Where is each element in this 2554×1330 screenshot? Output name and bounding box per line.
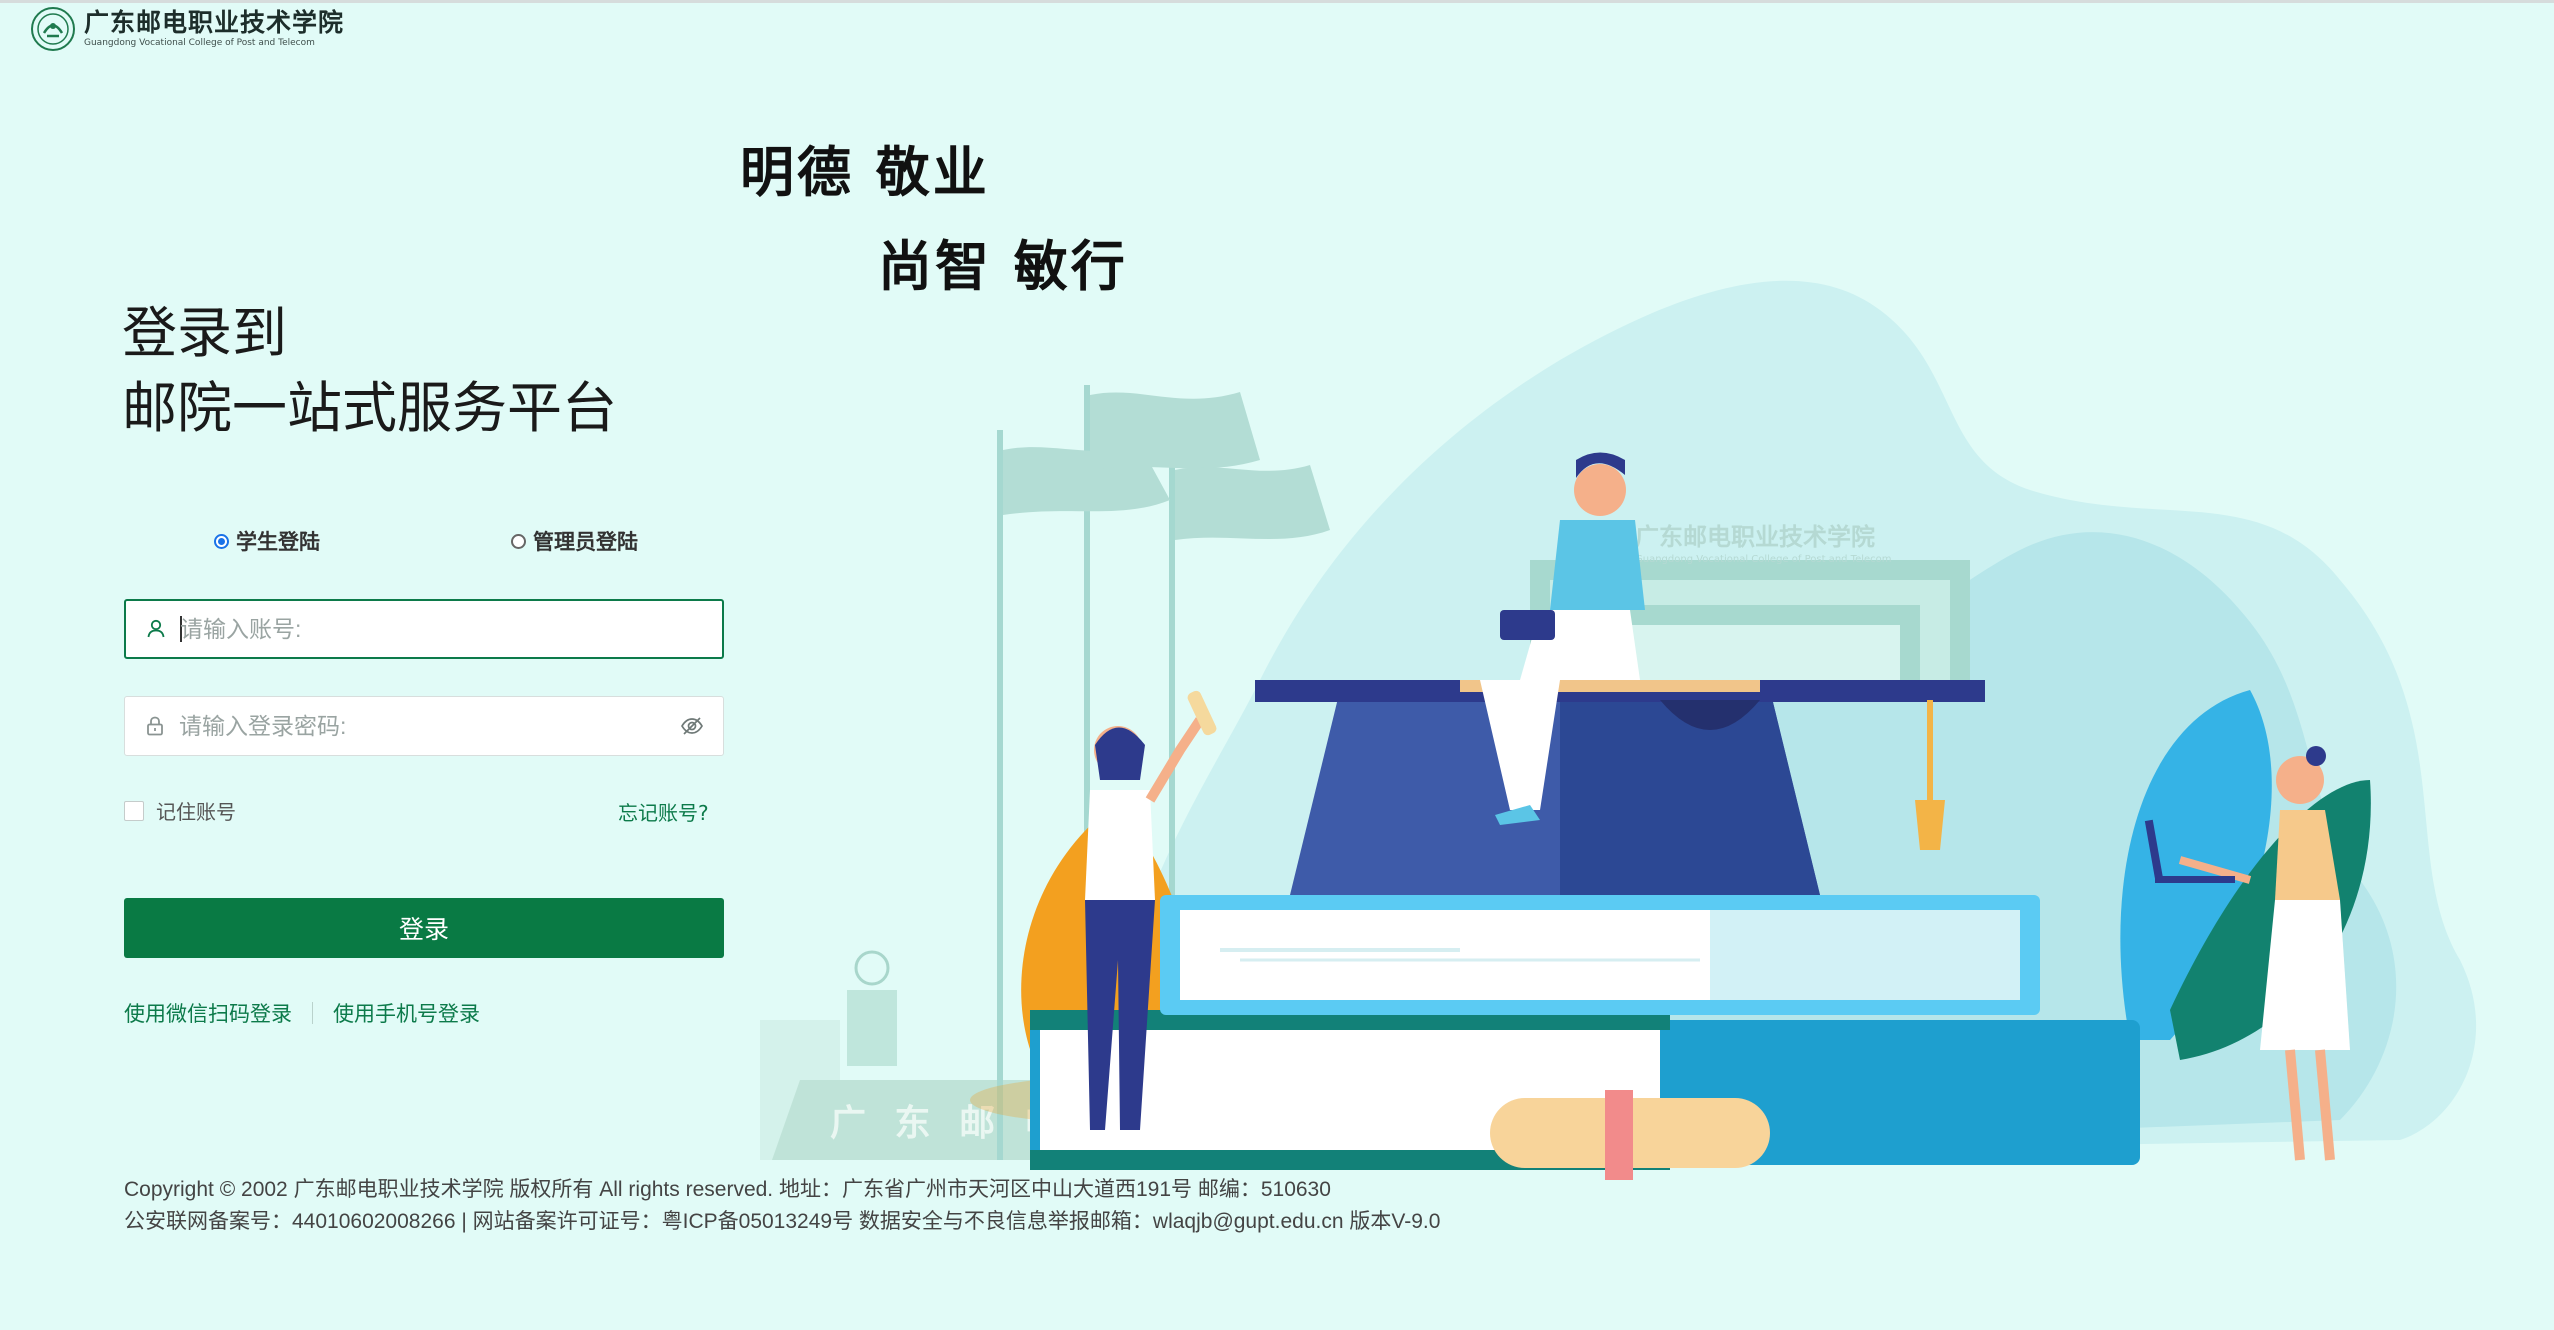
campus-illustration: 广 东 邮 电 广东邮电职业技术学院 Guangdong Vocational … [760, 280, 2477, 1180]
motto-line-1: 明德 敬业 [740, 140, 990, 204]
remember-label: 记住账号 [156, 800, 236, 824]
remember-checkbox[interactable] [124, 800, 144, 821]
footer-copyright: Copyright © 2002 广东邮电职业技术学院 版权所有 All rig… [124, 1178, 1331, 1201]
alternative-login: 使用微信扫码登录 使用手机号登录 [124, 998, 480, 1028]
radio-admin-indicator[interactable] [511, 533, 526, 549]
radio-student-label: 学生登陆 [236, 530, 320, 554]
eye-off-icon[interactable] [679, 713, 705, 739]
account-field[interactable] [124, 599, 724, 659]
top-border [0, 0, 2554, 3]
user-icon [147, 619, 165, 638]
motto-line-2: 尚智 敏行 [878, 234, 1128, 298]
forgot-account-link[interactable]: 忘记账号? [618, 797, 709, 826]
footer: Copyright © 2002 广东邮电职业技术学院 版权所有 All rig… [124, 1174, 1440, 1238]
building-sign-en: Guangdong Vocational College of Post and… [1635, 554, 1892, 565]
college-logo[interactable]: 广东邮电职业技术学院 Guangdong Vocational College … [30, 6, 344, 52]
phone-login-link[interactable]: 使用手机号登录 [333, 998, 480, 1028]
logo-name-en: Guangdong Vocational College of Post and… [84, 38, 315, 48]
account-input[interactable] [180, 615, 722, 643]
wechat-login-link[interactable]: 使用微信扫码登录 [124, 998, 292, 1028]
radio-admin-label: 管理员登陆 [533, 530, 638, 554]
radio-student-indicator[interactable] [214, 533, 229, 549]
remember-account[interactable]: 记住账号 [124, 796, 236, 825]
radio-student-login[interactable]: 学生登陆 [214, 526, 320, 556]
page-title-line-1: 登录到 [122, 302, 288, 364]
lock-icon [147, 716, 163, 736]
password-input[interactable] [179, 712, 679, 740]
password-field[interactable] [124, 696, 724, 756]
footer-registration: 公安联网备案号：44010602008266 | 网站备案许可证号：粤ICP备0… [124, 1210, 1441, 1233]
logo-name-cn: 广东邮电职业技术学院 [84, 8, 345, 37]
page-title-line-2: 邮院一站式服务平台 [122, 377, 618, 439]
page-title: 登录到 邮院一站式服务平台 [122, 296, 617, 446]
building-sign: 广东邮电职业技术学院 [1635, 522, 1875, 551]
college-emblem-icon [31, 7, 75, 51]
divider [312, 1002, 313, 1024]
radio-admin-login[interactable]: 管理员登陆 [511, 526, 638, 556]
login-button[interactable]: 登录 [124, 898, 724, 958]
